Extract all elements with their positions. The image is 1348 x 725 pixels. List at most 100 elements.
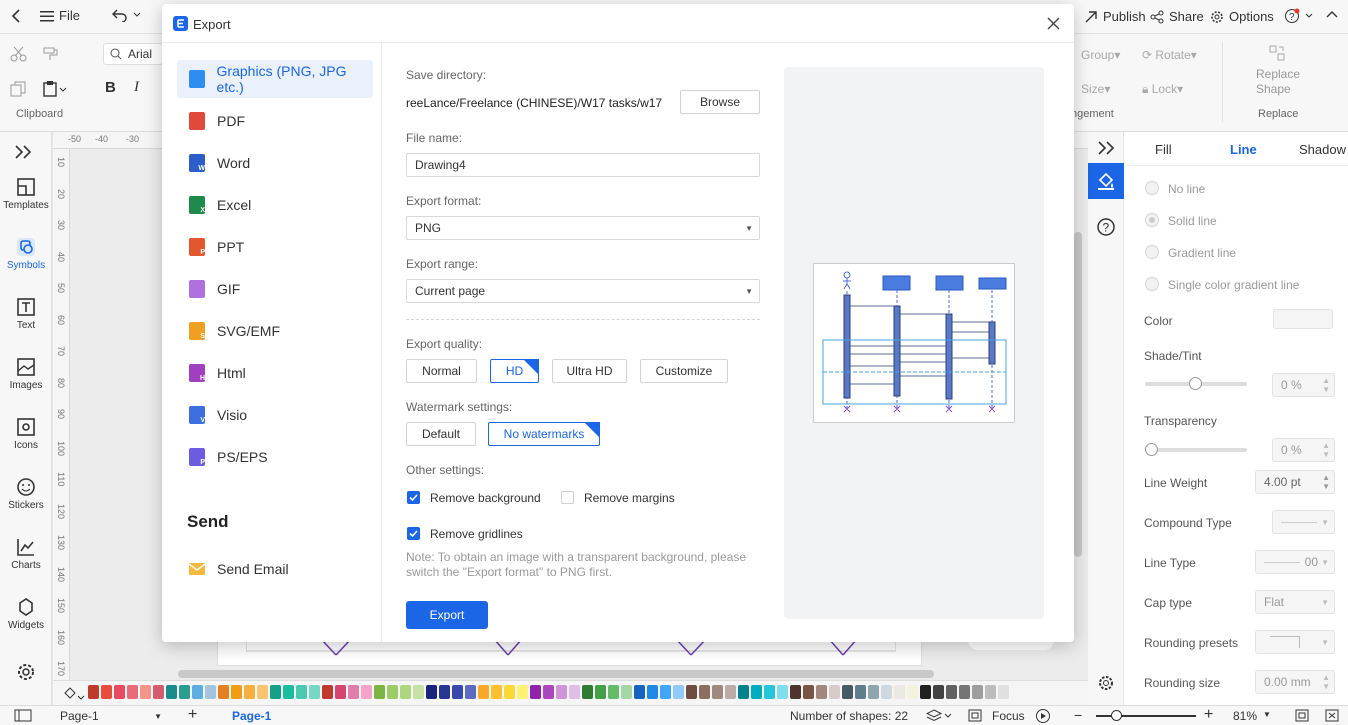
color-swatch[interactable] bbox=[231, 685, 242, 699]
line-weight-input[interactable]: 4.00 pt ▲ ▼ bbox=[1255, 470, 1335, 494]
expand-sidebar-icon[interactable] bbox=[14, 145, 34, 159]
cut-icon[interactable] bbox=[10, 46, 28, 62]
color-swatch[interactable] bbox=[777, 685, 788, 699]
no-line-radio[interactable] bbox=[1145, 181, 1159, 195]
remove-background-checkbox[interactable] bbox=[407, 491, 420, 504]
options-button[interactable]: Options bbox=[1210, 9, 1274, 24]
color-swatch[interactable] bbox=[426, 685, 437, 699]
horizontal-scrollbar[interactable] bbox=[178, 670, 934, 678]
color-swatch[interactable] bbox=[946, 685, 957, 699]
fit-icon[interactable] bbox=[968, 709, 982, 722]
zoom-out-button[interactable]: − bbox=[1074, 707, 1082, 723]
sidebar-settings[interactable] bbox=[0, 662, 52, 685]
sidebar-item-templates[interactable]: Templates bbox=[0, 177, 52, 211]
chevron-down-icon[interactable]: ▼ bbox=[1263, 710, 1271, 719]
layers-icon[interactable] bbox=[926, 708, 952, 723]
color-swatch[interactable] bbox=[608, 685, 619, 699]
play-icon[interactable] bbox=[1035, 708, 1051, 724]
color-swatch[interactable] bbox=[933, 685, 944, 699]
color-swatch[interactable] bbox=[244, 685, 255, 699]
format-item-visio[interactable]: V Visio bbox=[177, 396, 373, 434]
color-swatch[interactable] bbox=[400, 685, 411, 699]
zoom-level[interactable]: 81% bbox=[1233, 709, 1257, 723]
quality-normal-button[interactable]: Normal bbox=[406, 359, 477, 383]
shade-slider[interactable] bbox=[1145, 377, 1247, 390]
format-painter-icon[interactable] bbox=[42, 46, 60, 62]
color-swatch[interactable] bbox=[725, 685, 736, 699]
color-swatch[interactable] bbox=[595, 685, 606, 699]
color-swatch[interactable] bbox=[491, 685, 502, 699]
transparency-slider-knob[interactable] bbox=[1145, 443, 1158, 456]
color-swatch[interactable] bbox=[179, 685, 190, 699]
single-color-gradient-radio[interactable] bbox=[1145, 277, 1159, 291]
sidebar-item-text[interactable]: Text bbox=[0, 297, 52, 331]
transparency-input[interactable]: 0 % ▲ ▼ bbox=[1272, 438, 1335, 462]
rounding-size-input[interactable]: 0.00 mm ▲ ▼ bbox=[1255, 670, 1335, 694]
publish-button[interactable]: Publish bbox=[1084, 9, 1146, 24]
format-item-ps-eps[interactable]: P PS/EPS bbox=[177, 438, 373, 476]
color-swatch[interactable] bbox=[361, 685, 372, 699]
format-item-graphics[interactable]: Graphics (PNG, JPG etc.) bbox=[177, 60, 373, 98]
sidebar-item-stickers[interactable]: Stickers bbox=[0, 477, 52, 511]
color-swatch[interactable] bbox=[543, 685, 554, 699]
focus-button[interactable]: Focus bbox=[992, 709, 1025, 723]
format-item-gif[interactable]: GIF bbox=[177, 270, 373, 308]
color-swatch[interactable] bbox=[673, 685, 684, 699]
sidebar-item-widgets[interactable]: Widgets bbox=[0, 597, 52, 631]
color-swatch[interactable] bbox=[322, 685, 333, 699]
expand-right-icon[interactable] bbox=[1097, 141, 1115, 155]
color-swatch[interactable] bbox=[348, 685, 359, 699]
color-swatch[interactable] bbox=[127, 685, 138, 699]
lock-button[interactable]: 🔒︎ Lock▾ bbox=[1142, 82, 1183, 97]
color-swatch[interactable] bbox=[998, 685, 1009, 699]
vertical-scrollbar[interactable] bbox=[1074, 232, 1082, 557]
color-swatch[interactable] bbox=[218, 685, 229, 699]
color-swatch[interactable] bbox=[621, 685, 632, 699]
fill-bucket-icon[interactable] bbox=[63, 686, 85, 700]
format-item-excel[interactable]: X Excel bbox=[177, 186, 373, 224]
color-swatch[interactable] bbox=[959, 685, 970, 699]
color-swatch[interactable] bbox=[829, 685, 840, 699]
color-swatch[interactable] bbox=[686, 685, 697, 699]
replace-shape-icon[interactable] bbox=[1269, 45, 1285, 61]
shade-input[interactable]: 0 % ▲ ▼ bbox=[1272, 373, 1335, 397]
color-swatch[interactable] bbox=[192, 685, 203, 699]
color-swatch[interactable] bbox=[283, 685, 294, 699]
gradient-line-radio[interactable] bbox=[1145, 245, 1159, 259]
color-swatch[interactable] bbox=[153, 685, 164, 699]
color-swatch[interactable] bbox=[478, 685, 489, 699]
color-swatch[interactable] bbox=[634, 685, 645, 699]
collapse-ribbon-button[interactable] bbox=[1326, 10, 1338, 18]
sidebar-item-charts[interactable]: Charts bbox=[0, 537, 52, 571]
color-swatch[interactable] bbox=[569, 685, 580, 699]
color-swatch[interactable] bbox=[764, 685, 775, 699]
replace-shape-label[interactable]: Replace Shape bbox=[1256, 67, 1306, 97]
rotate-button[interactable]: ⟳ Rotate▾ bbox=[1142, 48, 1197, 62]
group-button[interactable]: Group▾ bbox=[1081, 48, 1120, 62]
color-swatch[interactable] bbox=[114, 685, 125, 699]
watermark-default-button[interactable]: Default bbox=[406, 422, 476, 446]
color-swatch[interactable] bbox=[270, 685, 281, 699]
size-button[interactable]: Size▾ bbox=[1081, 82, 1110, 96]
color-swatch[interactable] bbox=[712, 685, 723, 699]
share-button[interactable]: Share bbox=[1150, 9, 1204, 24]
format-item-word[interactable]: W Word bbox=[177, 144, 373, 182]
color-swatch[interactable] bbox=[439, 685, 450, 699]
color-swatch[interactable] bbox=[374, 685, 385, 699]
fit-page-icon[interactable] bbox=[1295, 709, 1309, 722]
color-swatch[interactable] bbox=[881, 685, 892, 699]
remove-gridlines-checkbox[interactable] bbox=[407, 527, 420, 540]
color-swatch[interactable] bbox=[101, 685, 112, 699]
export-button[interactable]: Export bbox=[406, 601, 488, 629]
color-swatch[interactable] bbox=[413, 685, 424, 699]
color-swatch[interactable] bbox=[842, 685, 853, 699]
solid-line-radio[interactable] bbox=[1145, 213, 1159, 227]
tab-shadow[interactable]: Shadow bbox=[1299, 142, 1346, 157]
back-icon[interactable] bbox=[10, 9, 22, 23]
color-swatch[interactable] bbox=[972, 685, 983, 699]
browse-button[interactable]: Browse bbox=[680, 90, 760, 114]
no-watermarks-button[interactable]: No watermarks bbox=[488, 422, 600, 446]
format-item-ppt[interactable]: P PPT bbox=[177, 228, 373, 266]
font-select[interactable]: Arial bbox=[103, 43, 163, 65]
zoom-in-button[interactable]: + bbox=[1204, 706, 1213, 724]
